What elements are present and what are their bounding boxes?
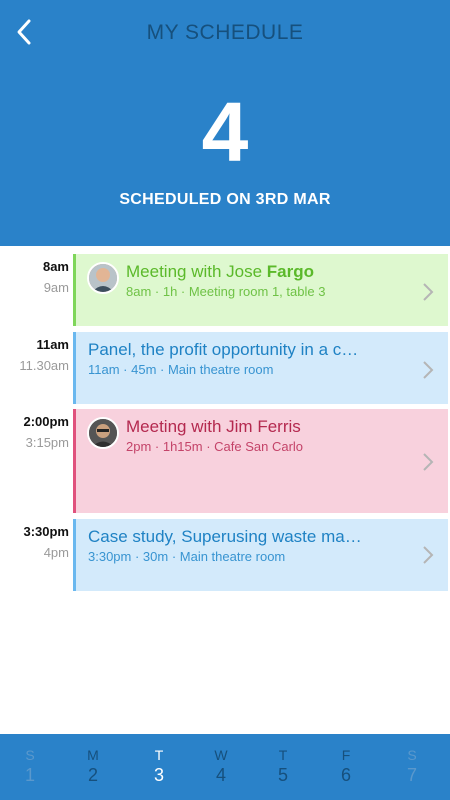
event-card[interactable]: Case study, Superusing waste ma… 3:30pm … [73, 519, 448, 591]
event-details: 2pm · 1h15m · Cafe San Carlo [126, 439, 304, 454]
person-photo-icon [89, 264, 117, 292]
person-photo-icon [89, 419, 117, 447]
scheduled-count: 4 [201, 85, 249, 179]
time-column: 11am 11.30am [0, 324, 69, 373]
event-title: Meeting with Jose Fargo [126, 262, 315, 281]
event-details: 8am · 1h · Meeting room 1, table 3 [126, 284, 326, 299]
event-details: 11am · 45m · Main theatre room [88, 362, 274, 377]
start-time: 3:30pm [23, 524, 69, 539]
end-time: 4pm [43, 545, 69, 560]
day-number: 7 [406, 765, 417, 785]
avatar [87, 417, 119, 449]
day-number: 2 [87, 765, 98, 785]
time-column: 8am 9am [0, 246, 69, 295]
event-card[interactable]: Meeting with Jim Ferris 2pm · 1h15m · Ca… [73, 409, 448, 513]
day-letter: S [407, 747, 417, 763]
day-tab-6[interactable]: F 6 [326, 734, 366, 800]
start-time: 11am [36, 337, 69, 352]
end-time: 11.30am [19, 358, 69, 373]
schedule-row: 8am 9am Meeting with Jose Fargo 8am · 1h… [0, 246, 450, 328]
day-letter: W [214, 747, 228, 763]
time-column: 3:30pm 4pm [0, 511, 69, 560]
day-letter: F [341, 747, 351, 763]
chevron-right-icon [423, 361, 434, 379]
chevron-right-icon [423, 283, 434, 301]
day-letter: S [25, 747, 35, 763]
schedule-list: 8am 9am Meeting with Jose Fargo 8am · 1h… [0, 246, 450, 736]
day-tab-2[interactable]: M 2 [73, 734, 113, 800]
day-tab-1[interactable]: S 1 [10, 734, 50, 800]
event-details: 3:30pm · 30m · Main theatre room [88, 549, 286, 564]
event-title: Case study, Superusing waste ma… [88, 527, 362, 546]
day-number: 3 [153, 765, 164, 785]
avatar [87, 262, 119, 294]
day-tab-3[interactable]: T 3 [139, 734, 179, 800]
event-title: Meeting with Jim Ferris [126, 417, 301, 436]
end-time: 9am [43, 280, 69, 295]
day-letter: T [278, 747, 288, 763]
week-selector: S 1 M 2 T 3 W 4 T 5 F 6 S 7 [0, 734, 450, 800]
chevron-right-icon [423, 546, 434, 564]
day-letter: M [87, 747, 99, 763]
start-time: 8am [42, 259, 69, 274]
day-tab-4[interactable]: W 4 [201, 734, 241, 800]
day-number: 5 [277, 765, 288, 785]
schedule-header: MY SCHEDULE 4 SCHEDULED ON 3RD MAR [0, 0, 450, 246]
time-column: 2:00pm 3:15pm [0, 401, 69, 450]
event-card[interactable]: Panel, the profit opportunity in a c… 11… [73, 332, 448, 404]
page-title: MY SCHEDULE [146, 21, 304, 44]
day-number: 4 [215, 765, 226, 785]
scheduled-date-label: SCHEDULED ON 3RD MAR [119, 191, 331, 208]
day-number: 6 [340, 765, 351, 785]
event-title: Panel, the profit opportunity in a c… [88, 340, 359, 359]
chevron-right-icon [423, 453, 434, 471]
schedule-row: 2:00pm 3:15pm Meeting with Jim Ferris 2p… [0, 401, 450, 513]
day-tab-7[interactable]: S 7 [392, 734, 432, 800]
schedule-row: 3:30pm 4pm Case study, Superusing waste … [0, 511, 450, 593]
end-time: 3:15pm [25, 435, 69, 450]
day-tab-5[interactable]: T 5 [263, 734, 303, 800]
schedule-row: 11am 11.30am Panel, the profit opportuni… [0, 324, 450, 406]
event-card[interactable]: Meeting with Jose Fargo 8am · 1h · Meeti… [73, 254, 448, 326]
day-number: 1 [24, 765, 35, 785]
day-letter: T [154, 747, 164, 763]
start-time: 2:00pm [23, 414, 69, 429]
